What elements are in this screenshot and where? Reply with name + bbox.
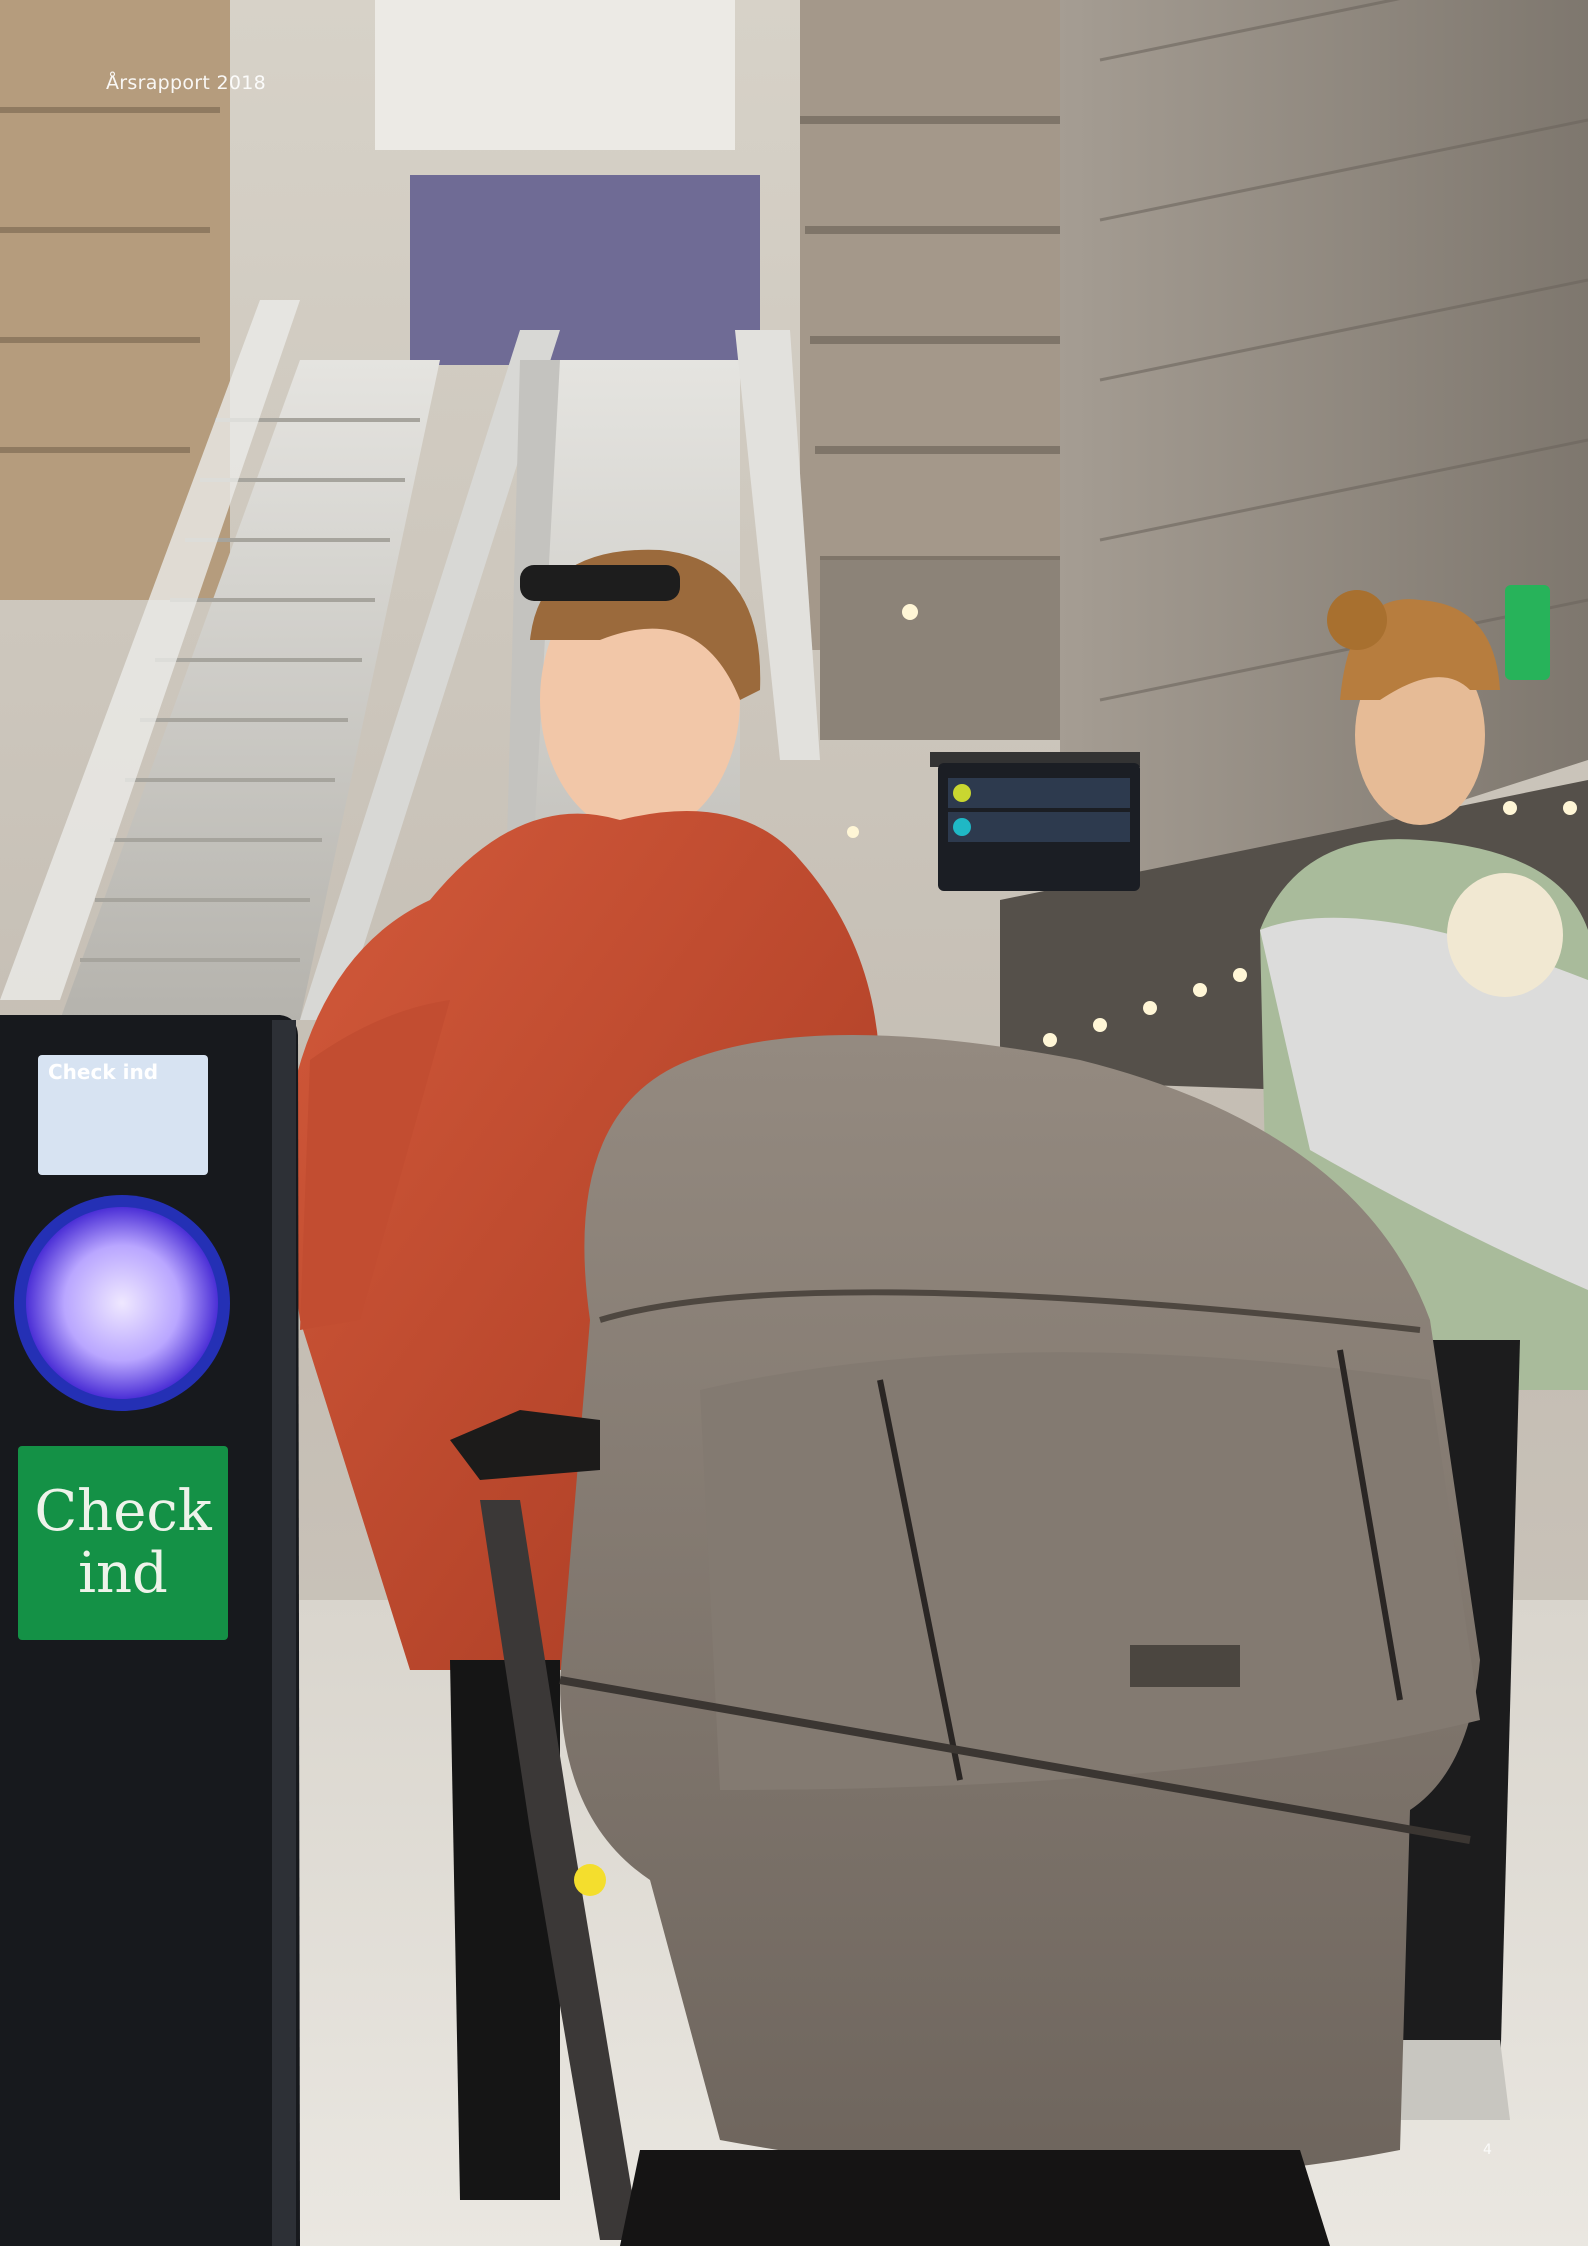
page-number: 4	[1483, 2142, 1492, 2158]
check-in-sign-text: Check ind	[34, 1479, 212, 1606]
validator-scan-button[interactable]	[26, 1207, 218, 1399]
sunglasses-icon	[520, 565, 680, 601]
exit-sign	[1505, 585, 1550, 680]
station-banner	[410, 175, 760, 365]
report-year-label: Årsrapport 2018	[106, 72, 267, 94]
metro-station-photo	[0, 0, 1588, 2246]
departure-display	[930, 752, 1140, 891]
stroller	[450, 1035, 1480, 2246]
check-in-sign: Check ind	[18, 1446, 228, 1640]
validator-screen-title: Check ind	[48, 1060, 159, 1084]
